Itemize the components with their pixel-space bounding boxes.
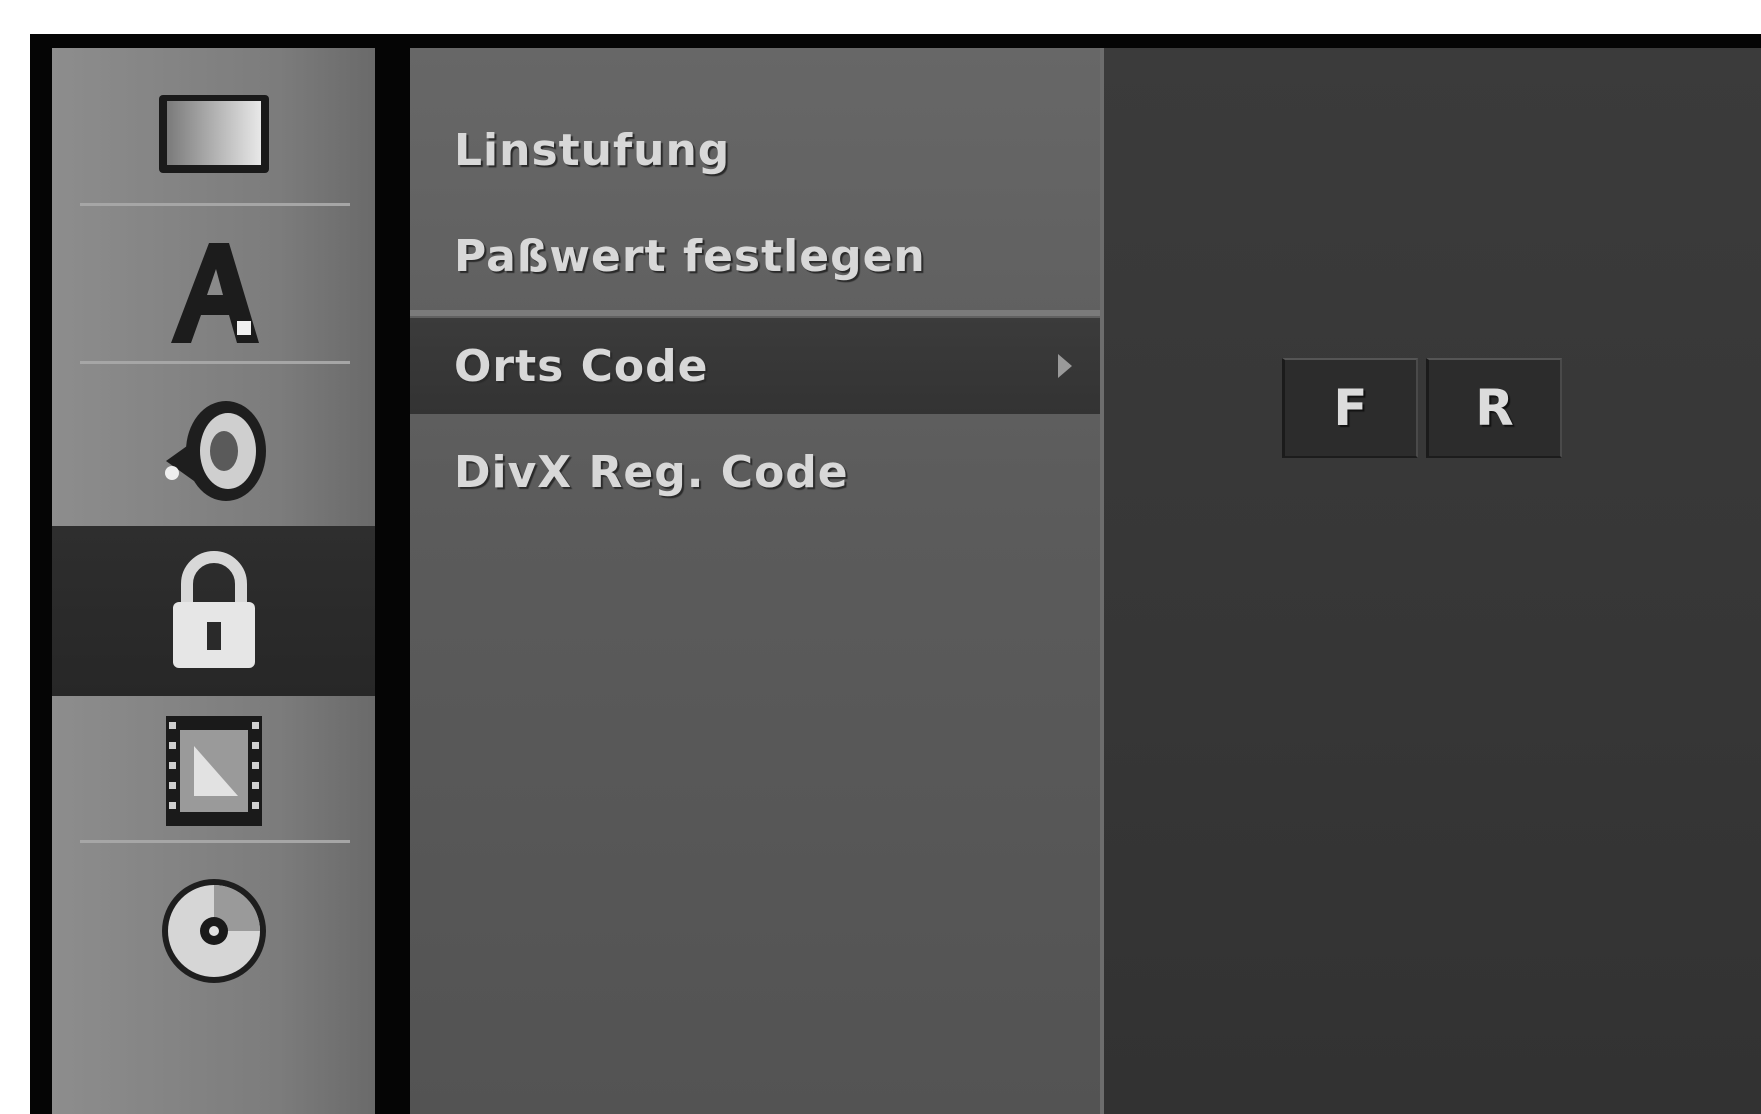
value-panel: F R xyxy=(1100,48,1761,1114)
sidebar-divider xyxy=(80,840,350,843)
menu-item-area-code[interactable]: Orts Code xyxy=(410,318,1100,414)
display-icon xyxy=(149,83,279,183)
menu-divider xyxy=(410,310,1100,316)
menu-item-label: Orts Code xyxy=(454,340,709,392)
setup-menu: Linstufung Paßwert festlegen Orts Code D… xyxy=(410,48,1100,1114)
film-icon xyxy=(154,706,274,836)
sidebar-item-disc[interactable] xyxy=(52,846,375,1016)
speaker-icon xyxy=(154,391,274,511)
menu-item-label: DivX Reg. Code xyxy=(454,446,849,498)
language-icon xyxy=(159,233,269,353)
sidebar-item-language[interactable] xyxy=(52,208,375,378)
sidebar-item-lock[interactable] xyxy=(52,526,375,696)
menu-item-label: Paßwert festlegen xyxy=(454,230,926,282)
category-sidebar xyxy=(52,48,375,1114)
region-code-char-1[interactable]: F xyxy=(1282,358,1418,458)
chevron-right-icon xyxy=(1058,354,1072,378)
sidebar-item-recording[interactable] xyxy=(52,686,375,856)
region-code-char: R xyxy=(1475,379,1514,437)
region-code-char: F xyxy=(1333,379,1368,437)
sidebar-item-display[interactable] xyxy=(52,48,375,218)
menu-item-set-password[interactable]: Paßwert festlegen xyxy=(410,208,1100,304)
menu-item-rating[interactable]: Linstufung xyxy=(410,102,1100,198)
sidebar-item-audio[interactable] xyxy=(52,366,375,536)
sidebar-divider xyxy=(80,203,350,206)
region-code-char-2[interactable]: R xyxy=(1426,358,1562,458)
disc-icon xyxy=(154,871,274,991)
sidebar-divider xyxy=(80,361,350,364)
menu-item-divx-reg-code[interactable]: DivX Reg. Code xyxy=(410,424,1100,520)
menu-item-label: Linstufung xyxy=(454,124,731,176)
lock-icon xyxy=(159,546,269,676)
